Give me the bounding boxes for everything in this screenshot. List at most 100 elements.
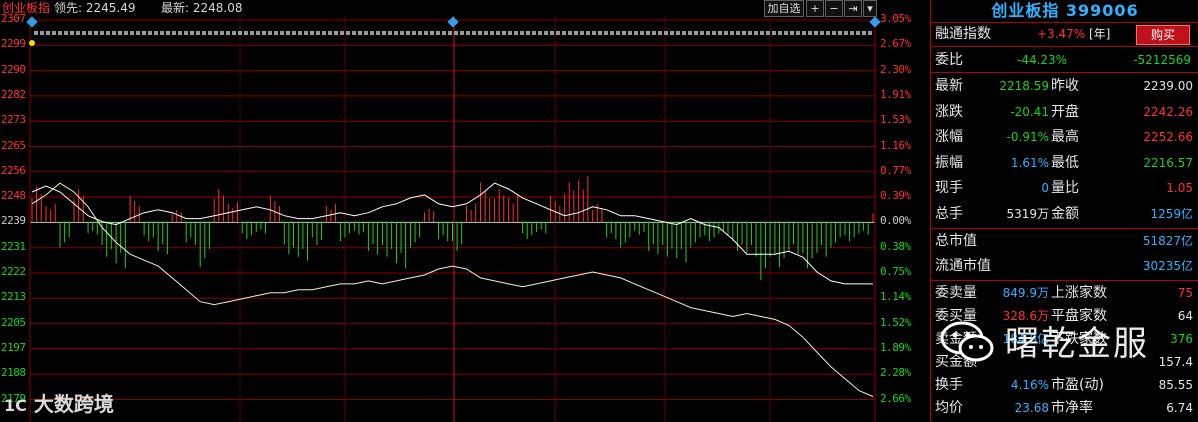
ribbon-dot [430, 31, 434, 35]
jump-end-button[interactable]: ⇥ [844, 0, 862, 17]
lead-price: 领先: 2245.49 [54, 1, 136, 15]
row-label-right: 金额 [1051, 205, 1079, 222]
zoom-in-button[interactable]: + [806, 0, 824, 17]
ribbon-dot [382, 31, 386, 35]
ribbon-dot [814, 31, 818, 35]
ribbon-dot [154, 31, 158, 35]
ribbon-dot [214, 31, 218, 35]
ribbon-dot [256, 31, 260, 35]
percent-tick-label: 0.38% [880, 239, 911, 253]
ribbon-dot [742, 31, 746, 35]
row-value-right: 64 [1177, 309, 1193, 323]
zoom-out-button[interactable]: − [825, 0, 843, 17]
float-mv-label: 流通市值 [935, 258, 991, 274]
ribbon-dot [790, 31, 794, 35]
ribbon-dot [82, 31, 86, 35]
price-tick-label: 2282 [1, 87, 26, 101]
row-label-left: 涨跌 [935, 103, 963, 120]
ribbon-dot [364, 31, 368, 35]
corner-watermark: 1C 大数跨境 [4, 392, 114, 416]
ribbon-dot [262, 31, 266, 35]
ribbon-dot [448, 31, 452, 35]
percent-tick-label: 0.75% [880, 265, 911, 278]
ribbon-dot [838, 31, 842, 35]
row-value-right: 2239.00 [1143, 79, 1193, 93]
ribbon-dot [340, 31, 344, 35]
price-tick-label: 2265 [1, 138, 26, 152]
percent-tick-label: 1.89% [880, 340, 911, 354]
divider [931, 280, 1198, 281]
ribbon-dot [646, 31, 650, 35]
ribbon-dot [46, 31, 50, 35]
buy-button[interactable]: 购买 [1136, 25, 1190, 45]
weibi-label: 委比 [935, 52, 963, 68]
ribbon-dot [328, 31, 332, 35]
ribbon-dot [688, 31, 692, 35]
ribbon-dot [502, 31, 506, 35]
panel-title: 创业板指 399006 [991, 1, 1139, 20]
row-value-right: 157.4 [1158, 355, 1193, 369]
ribbon-dot [334, 31, 338, 35]
ribbon-dot [694, 31, 698, 35]
divider [931, 46, 1198, 47]
lead-index-line [31, 182, 874, 397]
ribbon-dot [100, 31, 104, 35]
ribbon-dot [64, 31, 68, 35]
ribbon-dot [670, 31, 674, 35]
ribbon-dot [496, 31, 500, 35]
price-tick-label: 2248 [1, 189, 26, 203]
price-tick-label: 2290 [1, 62, 26, 76]
marker-diamond [447, 16, 459, 28]
row-value-left: 5319万 [1006, 206, 1049, 221]
divider [931, 228, 1198, 229]
ribbon-dot [772, 31, 776, 35]
add-watchlist-button[interactable]: 加自选 [764, 0, 804, 17]
rongtong-unit: [年] [1089, 27, 1111, 41]
row-label-left: 现手 [935, 180, 963, 196]
percent-tick-label: 2.30% [880, 62, 911, 76]
panel-row: 最新 2218.59 昨收 2239.00 [931, 76, 1198, 96]
row-value-right: 6.74 [1166, 401, 1193, 415]
price-tick-label: 2197 [1, 340, 26, 354]
row-value-right: 376 [1170, 332, 1193, 346]
ribbon-dot [544, 31, 548, 35]
ribbon-dot [628, 31, 632, 35]
row-label-right: 上涨家数 [1051, 285, 1107, 301]
percent-tick-label: 1.52% [880, 315, 911, 329]
ribbon-dot [52, 31, 56, 35]
price-tick-label: 2307 [1, 12, 26, 25]
row-value-right: 1.05 [1166, 181, 1193, 195]
ribbon-dot [130, 31, 134, 35]
ribbon-dot [76, 31, 80, 35]
row-value-left: -0.91% [1006, 130, 1049, 144]
percent-tick-label: 1.91% [880, 87, 911, 101]
ribbon-dot [232, 31, 236, 35]
ribbon-dot [58, 31, 62, 35]
ribbon-dot [274, 31, 278, 35]
ribbon-dot [310, 31, 314, 35]
panel-row: 涨幅 -0.91% 最高 2252.66 [931, 127, 1198, 147]
ribbon-dot [418, 31, 422, 35]
weibi-diff: -5212569 [1133, 53, 1191, 67]
float-mv-row: 流通市值 30235亿 [931, 256, 1198, 276]
menu-dropdown-button[interactable]: ▾ [863, 0, 877, 17]
row-value-right: 85.55 [1158, 378, 1193, 392]
row-label-left: 涨幅 [935, 129, 963, 145]
ribbon-dot [748, 31, 752, 35]
wechat-watermark: 曙乾金服 [1005, 324, 1149, 364]
row-label-right: 最高 [1051, 129, 1079, 145]
price-tick-label: 2299 [1, 37, 26, 51]
weibi-pct: -44.23% [1017, 53, 1068, 67]
marker-diamond [869, 16, 881, 28]
row-value-left: 4.16% [1010, 378, 1049, 392]
ribbon-dot [556, 31, 560, 35]
percent-tick-label: 2.66% [880, 391, 911, 405]
row-label-left: 委卖量 [935, 285, 977, 301]
ribbon-dot [592, 31, 596, 35]
ribbon-dot [424, 31, 428, 35]
percent-tick-label: 0.39% [880, 189, 911, 203]
ribbon-dot [112, 31, 116, 35]
row-value-right: 2252.66 [1143, 130, 1193, 144]
ribbon-dot [172, 31, 176, 35]
row-value-left: -20.41 [1010, 104, 1049, 119]
